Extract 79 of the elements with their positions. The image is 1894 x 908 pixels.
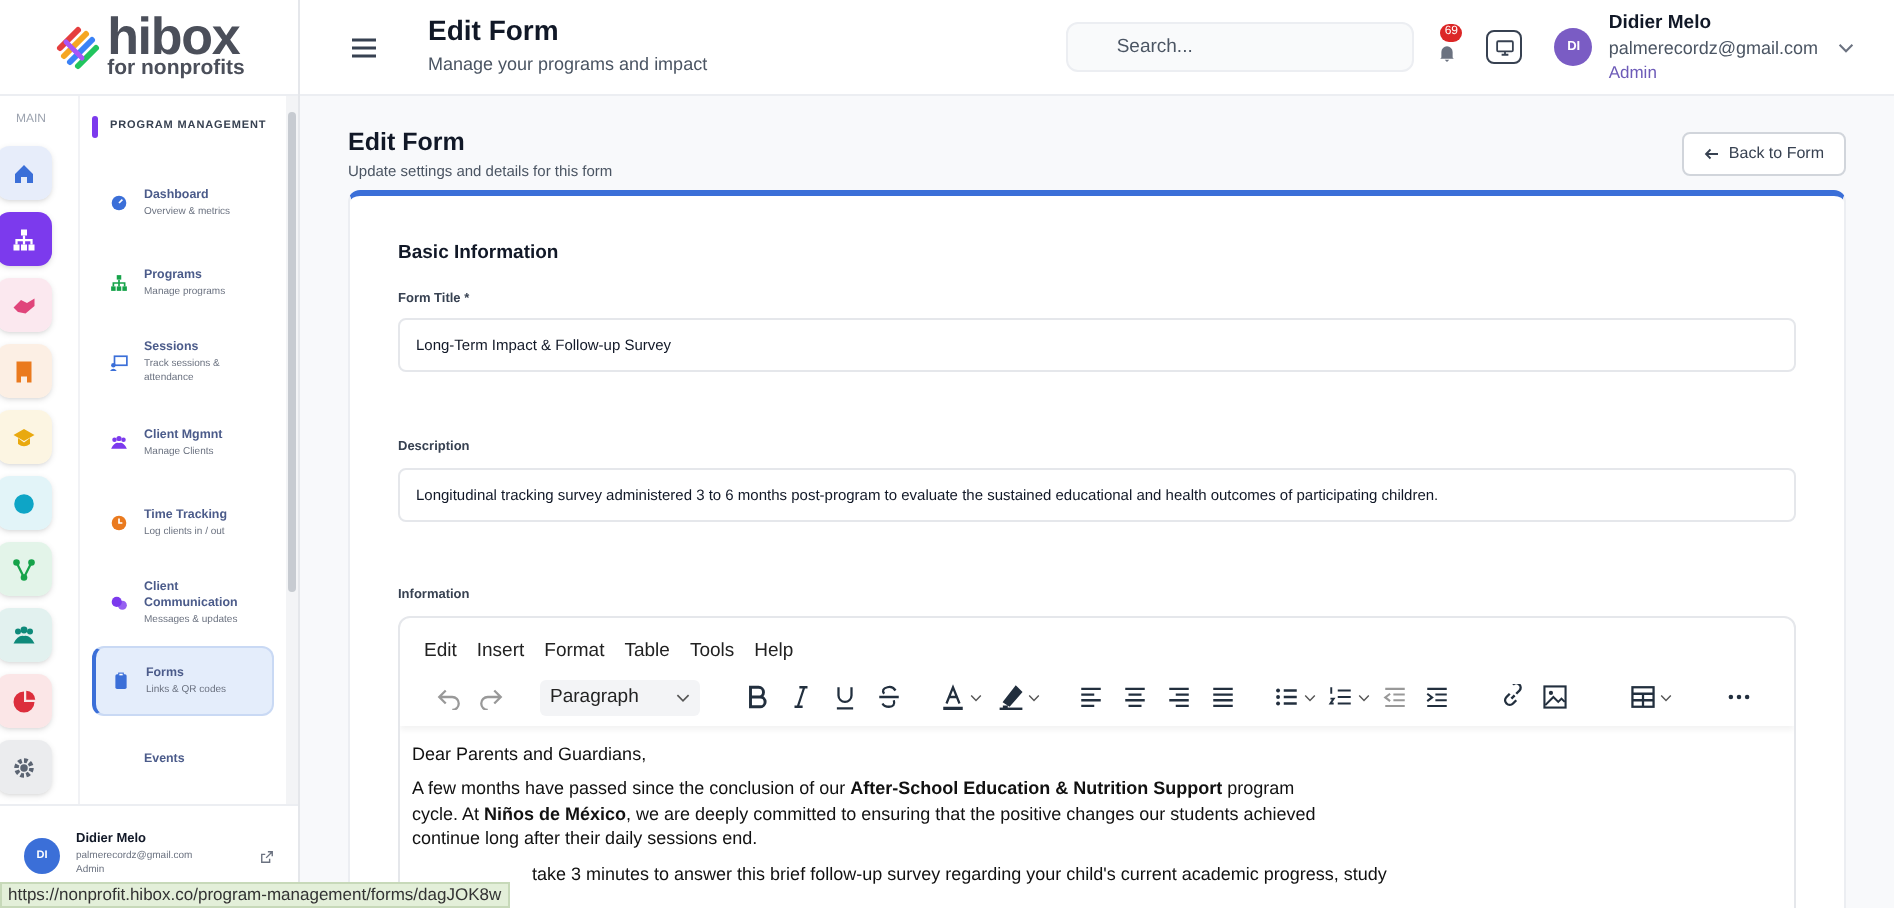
indent-icon[interactable]	[1424, 684, 1450, 711]
align-left-icon[interactable]	[1078, 684, 1104, 711]
paragraph: Dear Parents and Guardians,	[412, 741, 649, 767]
rail-button[interactable]	[0, 278, 52, 332]
table-icon[interactable]	[1630, 684, 1656, 711]
status-url: https://nonprofit.hibox.co/program-management/forms/dagJOK8w	[0, 882, 510, 908]
rail-button[interactable]	[0, 608, 52, 662]
paragraph: take 3 minutes to answer this brief follow-up survey regarding your child's current academic progress, study	[532, 861, 1387, 887]
strikethrough-icon[interactable]	[876, 684, 902, 711]
clipboard-icon	[112, 672, 130, 690]
image-icon[interactable]	[1542, 684, 1568, 711]
hierarchy-icon	[12, 227, 36, 251]
chevron-down-icon[interactable]	[1838, 41, 1854, 53]
rail-button[interactable]	[0, 542, 52, 596]
scrollbar[interactable]	[286, 96, 298, 804]
section-marker	[92, 116, 98, 138]
back-button[interactable]: Back to Form	[1682, 132, 1846, 176]
user-email: palmerecordz@gmail.com	[1608, 35, 1818, 59]
external-link-icon[interactable]	[260, 850, 274, 864]
paragraph: A few months have passed since the conclusion of our After-School Education & Nutrition Support program cycle. At Niños de México, we are deeply committed to ensuring that the positive changes our students achieved continue long after their daily sessions end.	[412, 776, 1318, 852]
logo-wordmark: hibox	[107, 14, 240, 58]
caret-icon[interactable]	[1304, 691, 1316, 704]
user-role: Admin	[1608, 59, 1659, 83]
rail-button[interactable]	[0, 476, 52, 530]
graduation-cap-icon	[12, 425, 36, 449]
menu-item[interactable]: Insert	[476, 635, 525, 670]
section-title: Basic Information	[398, 240, 561, 269]
people-icon	[110, 434, 128, 452]
menu-item[interactable]: Format	[544, 635, 605, 670]
highlight-icon[interactable]	[998, 684, 1024, 711]
bold-icon[interactable]	[744, 684, 770, 711]
monitor-icon	[1495, 39, 1514, 55]
undo-icon[interactable]	[436, 684, 462, 711]
hierarchy-icon	[110, 274, 128, 292]
align-justify-icon[interactable]	[1210, 684, 1236, 711]
format-dropdown[interactable]: Paragraph	[540, 679, 700, 716]
caret-icon[interactable]	[1660, 691, 1672, 704]
rail-button[interactable]	[0, 344, 52, 398]
header-subtitle: Manage your programs and impact	[428, 52, 708, 79]
presentation-icon	[110, 354, 128, 372]
clock-icon	[110, 514, 128, 532]
rail-button[interactable]	[0, 146, 52, 200]
building-icon	[12, 359, 36, 383]
menu-item[interactable]: Table	[624, 635, 670, 670]
text-color-icon[interactable]	[940, 684, 966, 711]
underline-icon[interactable]	[832, 684, 858, 711]
outdent-icon[interactable]	[1382, 684, 1408, 711]
home-icon	[12, 161, 36, 185]
menu-icon[interactable]	[352, 37, 376, 57]
rail-button[interactable]	[0, 674, 52, 728]
gauge-icon	[110, 194, 128, 212]
display-button[interactable]	[1486, 30, 1523, 64]
people-icon	[12, 623, 36, 647]
logo-tagline: for nonprofits	[107, 58, 245, 80]
user-name: Didier Melo	[1608, 11, 1714, 35]
link-icon[interactable]	[1500, 684, 1526, 711]
redo-icon[interactable]	[478, 684, 504, 711]
align-right-icon[interactable]	[1166, 684, 1192, 711]
bulleted-list-icon[interactable]	[1274, 684, 1300, 711]
network-icon	[12, 557, 36, 581]
menu-item[interactable]: Edit	[424, 635, 457, 670]
bell-icon[interactable]	[1438, 43, 1457, 61]
rail-button[interactable]	[0, 212, 52, 266]
caret-icon[interactable]	[1028, 691, 1040, 704]
header-title: Edit Form	[428, 14, 561, 49]
caret-icon	[676, 691, 690, 704]
page-title: Edit Form	[348, 128, 467, 158]
chat-icon	[110, 594, 128, 612]
menu-item[interactable]: Tools	[689, 635, 735, 670]
menu-item[interactable]: Help	[754, 635, 794, 670]
caret-icon[interactable]	[970, 691, 982, 704]
logo-mark-icon	[53, 23, 102, 71]
settings-icon	[12, 755, 36, 779]
rail-button[interactable]	[0, 740, 52, 794]
arrow-left-icon	[1704, 148, 1721, 160]
caret-icon[interactable]	[1358, 691, 1370, 704]
search-field[interactable]: Search...	[1066, 22, 1415, 72]
align-center-icon[interactable]	[1122, 684, 1148, 711]
pie-chart-icon	[12, 689, 36, 713]
